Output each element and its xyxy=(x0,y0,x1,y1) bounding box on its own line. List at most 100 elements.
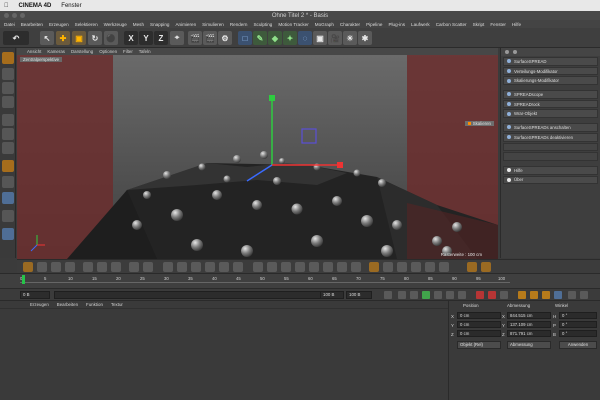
prev-frame-icon[interactable] xyxy=(410,291,418,299)
om-item-disable-surfacespreads[interactable]: SurfaceSPREADs deaktivieren xyxy=(503,132,598,142)
last-tool-icon[interactable]: ⚫ xyxy=(104,31,118,45)
menu-animieren[interactable]: Animieren xyxy=(175,22,196,27)
menu-fenster[interactable]: Fenster xyxy=(490,22,506,27)
rotation-p-field[interactable]: 0 ° xyxy=(559,321,597,328)
tool-icon[interactable] xyxy=(323,262,333,272)
size-x-field[interactable]: 844.515 cm xyxy=(507,312,551,319)
material-menu-erzeugen[interactable]: Erzeugen xyxy=(30,302,49,307)
tool-icon[interactable] xyxy=(163,262,173,272)
tool-icon[interactable] xyxy=(439,262,449,272)
polygons-mode-icon[interactable] xyxy=(2,142,14,154)
size-z-field[interactable]: 871.791 cm xyxy=(507,330,551,337)
environment-icon[interactable]: ▣ xyxy=(313,31,327,45)
position-key-icon[interactable] xyxy=(518,291,526,299)
tool-icon[interactable] xyxy=(37,262,47,272)
x-axis-button[interactable]: X xyxy=(124,31,138,45)
keyframe-selection-icon[interactable] xyxy=(500,291,508,299)
go-to-start-icon[interactable] xyxy=(384,291,392,299)
menu-charakter[interactable]: Charakter xyxy=(340,22,360,27)
record-icon[interactable] xyxy=(476,291,484,299)
tool-icon[interactable] xyxy=(191,262,201,272)
app-name[interactable]: CINEMA 4D xyxy=(19,3,52,9)
tool-icon[interactable] xyxy=(309,262,319,272)
snap-icon[interactable] xyxy=(2,192,14,204)
axis-mode-icon[interactable] xyxy=(2,160,14,172)
size-mode-select[interactable]: Abmessung xyxy=(507,341,551,349)
om-item-skalierungs-modifikator[interactable]: Skalierungs-Modifikator xyxy=(503,76,598,86)
om-item-surfacespread[interactable]: SurfaceSPREAD xyxy=(503,57,598,66)
coordinate-system-icon[interactable]: ⌖ xyxy=(170,31,184,45)
om-item-spreadrock[interactable]: SPREADrock xyxy=(503,99,598,109)
tool-icon[interactable] xyxy=(253,262,263,272)
tool-icon[interactable] xyxy=(295,262,305,272)
menu-simulieren[interactable]: Simulieren xyxy=(202,22,224,27)
menu-selektieren[interactable]: Selektieren xyxy=(75,22,98,27)
menu-rendern[interactable]: Rendern xyxy=(230,22,248,27)
tool-icon[interactable] xyxy=(111,262,121,272)
autokey-icon[interactable] xyxy=(488,291,496,299)
menu-snapping[interactable]: Snapping xyxy=(150,22,169,27)
tool-icon[interactable] xyxy=(233,262,243,272)
points-mode-icon[interactable] xyxy=(2,114,14,126)
render-view-icon[interactable]: 🎬 xyxy=(188,31,202,45)
undo-button[interactable]: ↶ xyxy=(3,31,29,45)
tool-icon[interactable] xyxy=(351,262,361,272)
apple-icon[interactable]:  xyxy=(4,3,9,9)
viewport-menu-ansicht[interactable]: Ansicht xyxy=(27,49,41,54)
tool-icon[interactable] xyxy=(481,262,491,272)
material-menu-textur[interactable]: Textur xyxy=(111,302,123,307)
light-icon[interactable]: ☀ xyxy=(343,31,357,45)
position-z-field[interactable]: 0 cm xyxy=(457,330,501,337)
tool-icon[interactable] xyxy=(411,262,421,272)
tool-icon[interactable] xyxy=(267,262,277,272)
preview-end-field[interactable]: 100 B xyxy=(320,291,344,299)
make-editable-icon[interactable] xyxy=(2,52,14,64)
tool-icon[interactable] xyxy=(281,262,291,272)
quantize-icon[interactable] xyxy=(2,210,14,222)
cube-object-icon[interactable]: □ xyxy=(238,31,252,45)
tool-icon[interactable] xyxy=(65,262,75,272)
move-tool-icon[interactable]: ✚ xyxy=(56,31,70,45)
position-y-field[interactable]: 0 cm xyxy=(457,321,501,328)
array-icon[interactable]: ✦ xyxy=(283,31,297,45)
size-y-field[interactable]: 137.109 cm xyxy=(507,321,551,328)
tool-icon[interactable] xyxy=(383,262,393,272)
viewport-menu-darstellung[interactable]: Darstellung xyxy=(71,49,93,54)
tool-icon[interactable] xyxy=(369,262,379,272)
tool-icon[interactable] xyxy=(219,262,229,272)
render-settings-icon[interactable]: ⚙ xyxy=(218,31,232,45)
menu-datei[interactable]: Datei xyxy=(4,22,15,27)
tool-icon[interactable] xyxy=(83,262,93,272)
viewport-menu-kameras[interactable]: Kameras xyxy=(47,49,65,54)
timeline-menu-icon[interactable] xyxy=(580,291,588,299)
end-frame-field[interactable]: 100 B xyxy=(346,291,372,299)
start-frame-field[interactable]: 0 B xyxy=(20,291,50,299)
viewport-camera-label[interactable]: Zentralperspektive xyxy=(20,57,63,62)
timeline[interactable]: 0 5 10 15 20 25 30 35 40 45 50 55 60 65 … xyxy=(0,273,600,288)
menu-mograph[interactable]: MoGraph xyxy=(315,22,334,27)
next-key-icon[interactable] xyxy=(446,291,454,299)
play-icon[interactable] xyxy=(422,291,430,299)
menu-werkzeuge[interactable]: Werkzeuge xyxy=(104,22,127,27)
tool-icon[interactable] xyxy=(143,262,153,272)
rotate-tool-icon[interactable]: ↻ xyxy=(88,31,102,45)
y-axis-button[interactable]: Y xyxy=(139,31,153,45)
tool-icon[interactable] xyxy=(425,262,435,272)
menu-pipeline[interactable]: Pipeline xyxy=(366,22,382,27)
layer-icon[interactable] xyxy=(2,228,14,240)
model-mode-icon[interactable] xyxy=(2,68,14,80)
menu-plugins[interactable]: Plug-ins xyxy=(388,22,405,27)
rotation-h-field[interactable]: 0 ° xyxy=(559,312,597,319)
apply-button[interactable]: Anwenden xyxy=(559,341,597,349)
rotation-b-field[interactable]: 0 ° xyxy=(559,330,597,337)
param-key-icon[interactable] xyxy=(554,291,562,299)
select-tool-icon[interactable]: ↖ xyxy=(40,31,54,45)
om-item-ueber[interactable]: Über xyxy=(503,175,598,185)
tool-icon[interactable] xyxy=(337,262,347,272)
subdivision-icon[interactable]: ◆ xyxy=(268,31,282,45)
menu-erzeugen[interactable]: Erzeugen xyxy=(49,22,69,27)
next-frame-icon[interactable] xyxy=(434,291,442,299)
menu-carbon-scatter[interactable]: Carbon Scatter xyxy=(436,22,467,27)
viewport-scene[interactable] xyxy=(17,55,498,259)
edges-mode-icon[interactable] xyxy=(2,128,14,140)
